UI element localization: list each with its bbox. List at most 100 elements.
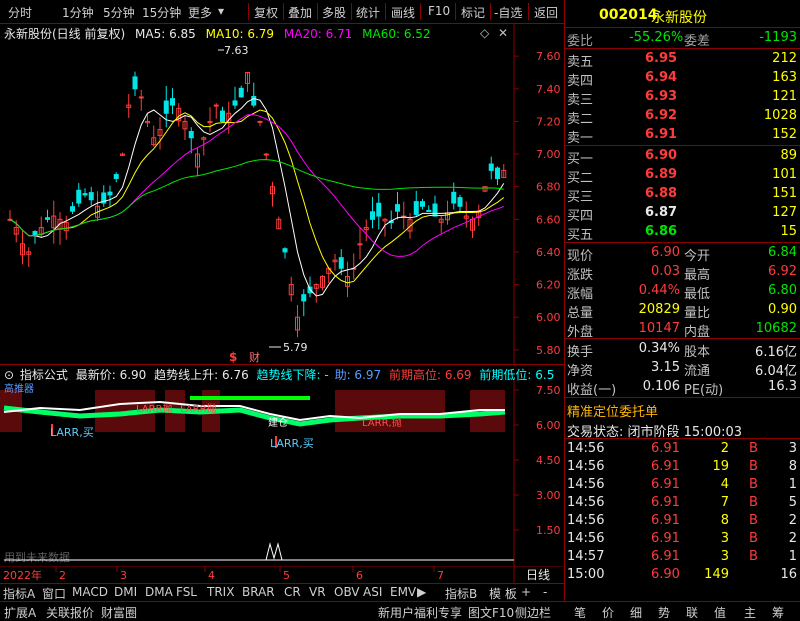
indicator-tab-6[interactable]: TRIX <box>207 585 234 599</box>
indicator-tab-7[interactable]: BRAR <box>242 585 275 599</box>
indicator-tab-11[interactable]: ASI <box>363 585 382 599</box>
indicator-tab-15[interactable]: 模 板 <box>489 585 517 602</box>
tab-chips[interactable]: 筹 <box>772 604 784 621</box>
indicator-tab-0[interactable]: 指标A <box>3 585 35 602</box>
ind-y-tick: 4.50 <box>536 454 561 467</box>
stats-button[interactable]: 统计 <box>356 4 380 21</box>
candle-body <box>132 76 138 90</box>
order-ratio-row: 委比 -55.26% 委差 -1193 <box>567 30 797 49</box>
tab-1min[interactable]: 1分钟 <box>62 4 94 21</box>
tab-related[interactable]: 联 <box>686 604 698 621</box>
tab-more[interactable]: 更多 <box>188 4 212 21</box>
y-tick: 7.00 <box>536 148 561 161</box>
bid-row[interactable]: 买二 6.89 101 <box>565 166 800 186</box>
indicator-chart[interactable]: 7.50 6.00 4.50 3.00 1.50 LARR,买 LARR,买 建仓 高推… <box>0 380 564 566</box>
dividend-marker[interactable]: $ <box>229 350 237 364</box>
tick-row: 14:56 6.91 8 B 2 <box>567 513 797 528</box>
add-watchlist-button[interactable]: -自选 <box>494 4 522 21</box>
stat-value: 6.04亿 <box>755 364 797 379</box>
bid-row[interactable]: 买五 6.86 15 <box>565 223 800 243</box>
adjust-button[interactable]: 复权 <box>254 4 278 21</box>
f10-graphic-button[interactable]: 图文F10 <box>468 604 514 621</box>
candle-body <box>376 202 382 217</box>
indicator-tab-9[interactable]: VR <box>309 585 326 599</box>
order-title[interactable]: 精准定位委托单 <box>567 401 658 420</box>
indicator-tab-17[interactable]: - <box>543 585 547 599</box>
candle-body <box>232 100 238 106</box>
candle-body <box>188 131 194 139</box>
tab-5min[interactable]: 5分钟 <box>103 4 135 21</box>
kline-chart[interactable]: 7.60 7.40 7.20 7.00 6.80 6.60 6.40 6.20 6.00 5.80… <box>0 24 564 364</box>
candle-body <box>170 98 175 106</box>
y-tick: 6.60 <box>536 213 561 226</box>
candle-body <box>395 204 400 212</box>
promo-link[interactable]: 新用户福利专享 <box>378 604 462 621</box>
ma-line <box>9 109 505 284</box>
indicator-tab-10[interactable]: OBV <box>334 585 360 599</box>
tab-tick[interactable]: 笔 <box>574 604 586 621</box>
indicator-tab-4[interactable]: DMA <box>145 585 173 599</box>
indicator-tab-14[interactable]: 指标B <box>445 585 477 602</box>
indicator-tab-5[interactable]: FSL <box>176 585 197 599</box>
bid-row[interactable]: 买三 6.88 151 <box>565 185 800 205</box>
candle-body <box>370 211 375 220</box>
book-price: 6.92 <box>645 108 678 123</box>
overlay-button[interactable]: 叠加 <box>288 4 312 21</box>
chevron-down-icon[interactable]: ▾ <box>218 4 224 18</box>
period-daily-label[interactable]: 日线 <box>526 568 550 582</box>
extend-a-button[interactable]: 扩展A <box>4 604 36 621</box>
stat-row: 总量 20829 量比 0.90 <box>567 302 797 321</box>
future-data-note: 用到未来数据 <box>4 550 70 564</box>
chart-legend: 永新股份(日线 前复权) MA5: 6.85 MA10: 6.79 MA20: … <box>0 25 431 41</box>
ask-row[interactable]: 卖五 6.95 212 <box>565 50 800 70</box>
candle-body <box>282 248 288 253</box>
indicator-tab-8[interactable]: CR <box>284 585 301 599</box>
multi-stock-button[interactable]: 多股 <box>322 4 346 21</box>
tab-intraday[interactable]: 分时 <box>8 4 32 21</box>
bid-row[interactable]: 买四 6.87 127 <box>565 204 800 224</box>
stat-value: 6.90 <box>651 245 680 260</box>
wealth-circle-button[interactable]: 财富圈 <box>101 604 137 621</box>
close-icon[interactable]: ✕ <box>498 26 508 40</box>
date-axis: 2022年 2 3 4 5 6 7 日线 <box>0 566 564 583</box>
tab-detail[interactable]: 细 <box>630 604 642 621</box>
finance-marker[interactable]: 财 <box>249 350 260 364</box>
candle-body <box>138 96 144 99</box>
stat-value: 0.90 <box>768 302 797 317</box>
draw-line-button[interactable]: 画线 <box>391 4 415 21</box>
sidebar-toggle-button[interactable]: 侧边栏 <box>515 604 551 621</box>
indicator-tab-12[interactable]: EMV <box>390 585 416 599</box>
indicator-tab-2[interactable]: MACD <box>72 585 108 599</box>
tick-row: 14:56 6.91 2 B 3 <box>567 441 797 456</box>
tick-row: 14:56 6.91 7 B 5 <box>567 495 797 510</box>
bid-row[interactable]: 买一 6.90 89 <box>565 147 800 167</box>
indicator-tab-1[interactable]: 窗口 <box>42 585 66 602</box>
tab-main[interactable]: 主 <box>744 604 756 621</box>
mark-button[interactable]: 标记 <box>461 4 485 21</box>
indicator-tab-13[interactable]: ▶ <box>417 585 426 599</box>
tab-price[interactable]: 价 <box>602 604 614 621</box>
ask-row[interactable]: 卖一 6.91 152 <box>565 126 800 146</box>
stat-row: 外盘 10147 内盘 10682 <box>567 321 797 340</box>
y-tick: 6.40 <box>536 246 561 259</box>
ask-row[interactable]: 卖二 6.92 1028 <box>565 107 800 127</box>
f10-button[interactable]: F10 <box>428 4 450 18</box>
ask-row[interactable]: 卖四 6.94 163 <box>565 69 800 89</box>
book-volume: 212 <box>772 51 797 66</box>
book-price: 6.87 <box>645 205 678 220</box>
ask-row[interactable]: 卖三 6.93 121 <box>565 88 800 108</box>
candle-body <box>426 209 432 212</box>
back-button[interactable]: 返回 <box>534 4 558 21</box>
settings-icon[interactable]: ◇ <box>480 26 489 40</box>
indicator-tab-3[interactable]: DMI <box>114 585 137 599</box>
indicator-tab-16[interactable]: + <box>521 585 531 599</box>
tab-trend[interactable]: 势 <box>658 604 670 621</box>
tab-15min[interactable]: 15分钟 <box>142 4 181 21</box>
annot-pao-2: LARR抛 <box>180 402 217 415</box>
related-quote-button[interactable]: 关联报价 <box>46 604 94 621</box>
x-label-year: 2022年 <box>3 568 42 582</box>
ma60-value: MA60: 6.52 <box>362 27 431 41</box>
candle-body <box>82 193 88 196</box>
tab-value[interactable]: 值 <box>714 604 726 621</box>
y-tick: 6.00 <box>536 311 561 324</box>
